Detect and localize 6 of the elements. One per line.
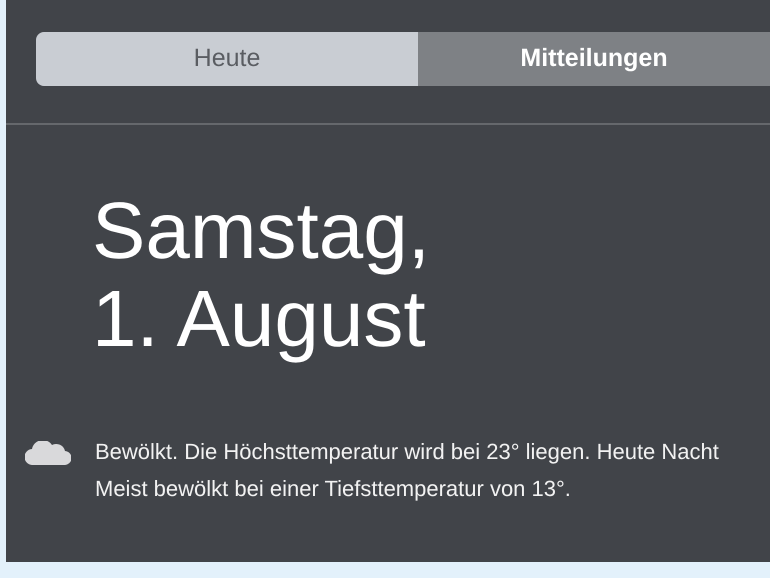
tab[interactable]: Mitteilungen (418, 32, 770, 86)
date-heading: Samstag, (92, 187, 431, 275)
cloud-icon (25, 441, 71, 465)
date-heading: 1. August (92, 275, 427, 363)
weather-summary: Bewölkt. Die Höchsttemperatur wird bei 23° liegen. Heute Nacht Meist bewölkt bei einer Tiefsttemperatur von 13°. (95, 438, 720, 503)
tab[interactable]: Heute (36, 32, 418, 86)
